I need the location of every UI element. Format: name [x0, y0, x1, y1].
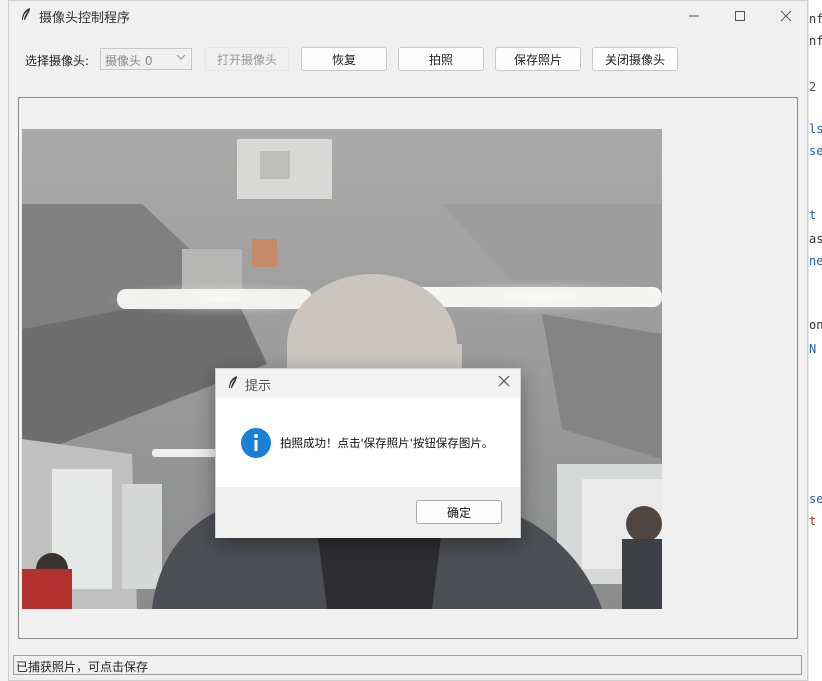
- camera-select-label: 选择摄像头:: [25, 54, 90, 68]
- editor-line: se: [809, 492, 822, 506]
- close-button[interactable]: [763, 1, 809, 31]
- background-editor-right: nf nf 2 ls se t as ne on N se t: [808, 0, 822, 681]
- message-dialog: 提示 拍照成功！点击'保存照片'按钮保存图片。 确定: [215, 368, 521, 538]
- status-text: 已捕获照片，可点击保存: [16, 660, 149, 674]
- dialog-message: 拍照成功！点击'保存照片'按钮保存图片。: [280, 436, 494, 450]
- ok-button[interactable]: 确定: [416, 500, 502, 524]
- editor-line: t: [809, 514, 817, 528]
- editor-line: nf: [809, 34, 822, 48]
- editor-line: 2: [809, 80, 817, 94]
- capture-button[interactable]: 拍照: [398, 47, 484, 71]
- restore-button[interactable]: 恢复: [301, 47, 387, 71]
- editor-line: on: [809, 318, 822, 332]
- editor-line: N: [809, 342, 817, 356]
- feather-icon: [22, 8, 30, 20]
- editor-line: se: [809, 144, 822, 158]
- maximize-icon: [735, 11, 745, 21]
- info-icon: [241, 428, 271, 458]
- editor-line: t: [809, 208, 817, 222]
- maximize-button[interactable]: [717, 1, 763, 31]
- close-camera-button[interactable]: 关闭摄像头: [592, 47, 678, 71]
- minimize-icon: [689, 15, 699, 17]
- dialog-title: 提示: [245, 379, 272, 394]
- background-editor-left: [0, 0, 8, 681]
- status-bar: 已捕获照片，可点击保存: [13, 655, 802, 675]
- editor-line: ne: [809, 254, 822, 268]
- minimize-button[interactable]: [671, 1, 717, 31]
- chevron-down-icon[interactable]: [174, 51, 188, 67]
- toolbar: 选择摄像头: 摄像头 0 打开摄像头 恢复 拍照 保存照片 关闭摄像头: [9, 45, 807, 75]
- editor-line: ls: [809, 122, 822, 136]
- close-icon: [780, 10, 792, 22]
- dialog-close-button[interactable]: [494, 373, 514, 393]
- open-camera-button[interactable]: 打开摄像头: [205, 47, 289, 71]
- camera-select-value: 摄像头 0: [105, 54, 153, 68]
- main-window: 摄像头控制程序 选择摄像头: 摄像头 0 打开摄像头 恢复 拍照 保存照片 关闭…: [8, 0, 808, 681]
- close-icon: [498, 375, 510, 387]
- editor-line: nf: [809, 12, 822, 26]
- feather-icon: [229, 376, 237, 388]
- camera-select[interactable]: 摄像头 0: [100, 48, 192, 70]
- dialog-title-bar[interactable]: 提示: [216, 369, 520, 397]
- editor-line: as: [809, 232, 822, 246]
- title-bar[interactable]: 摄像头控制程序: [9, 1, 807, 31]
- window-title: 摄像头控制程序: [39, 11, 131, 26]
- save-photo-button[interactable]: 保存照片: [495, 47, 581, 71]
- dialog-footer: 确定: [216, 487, 520, 538]
